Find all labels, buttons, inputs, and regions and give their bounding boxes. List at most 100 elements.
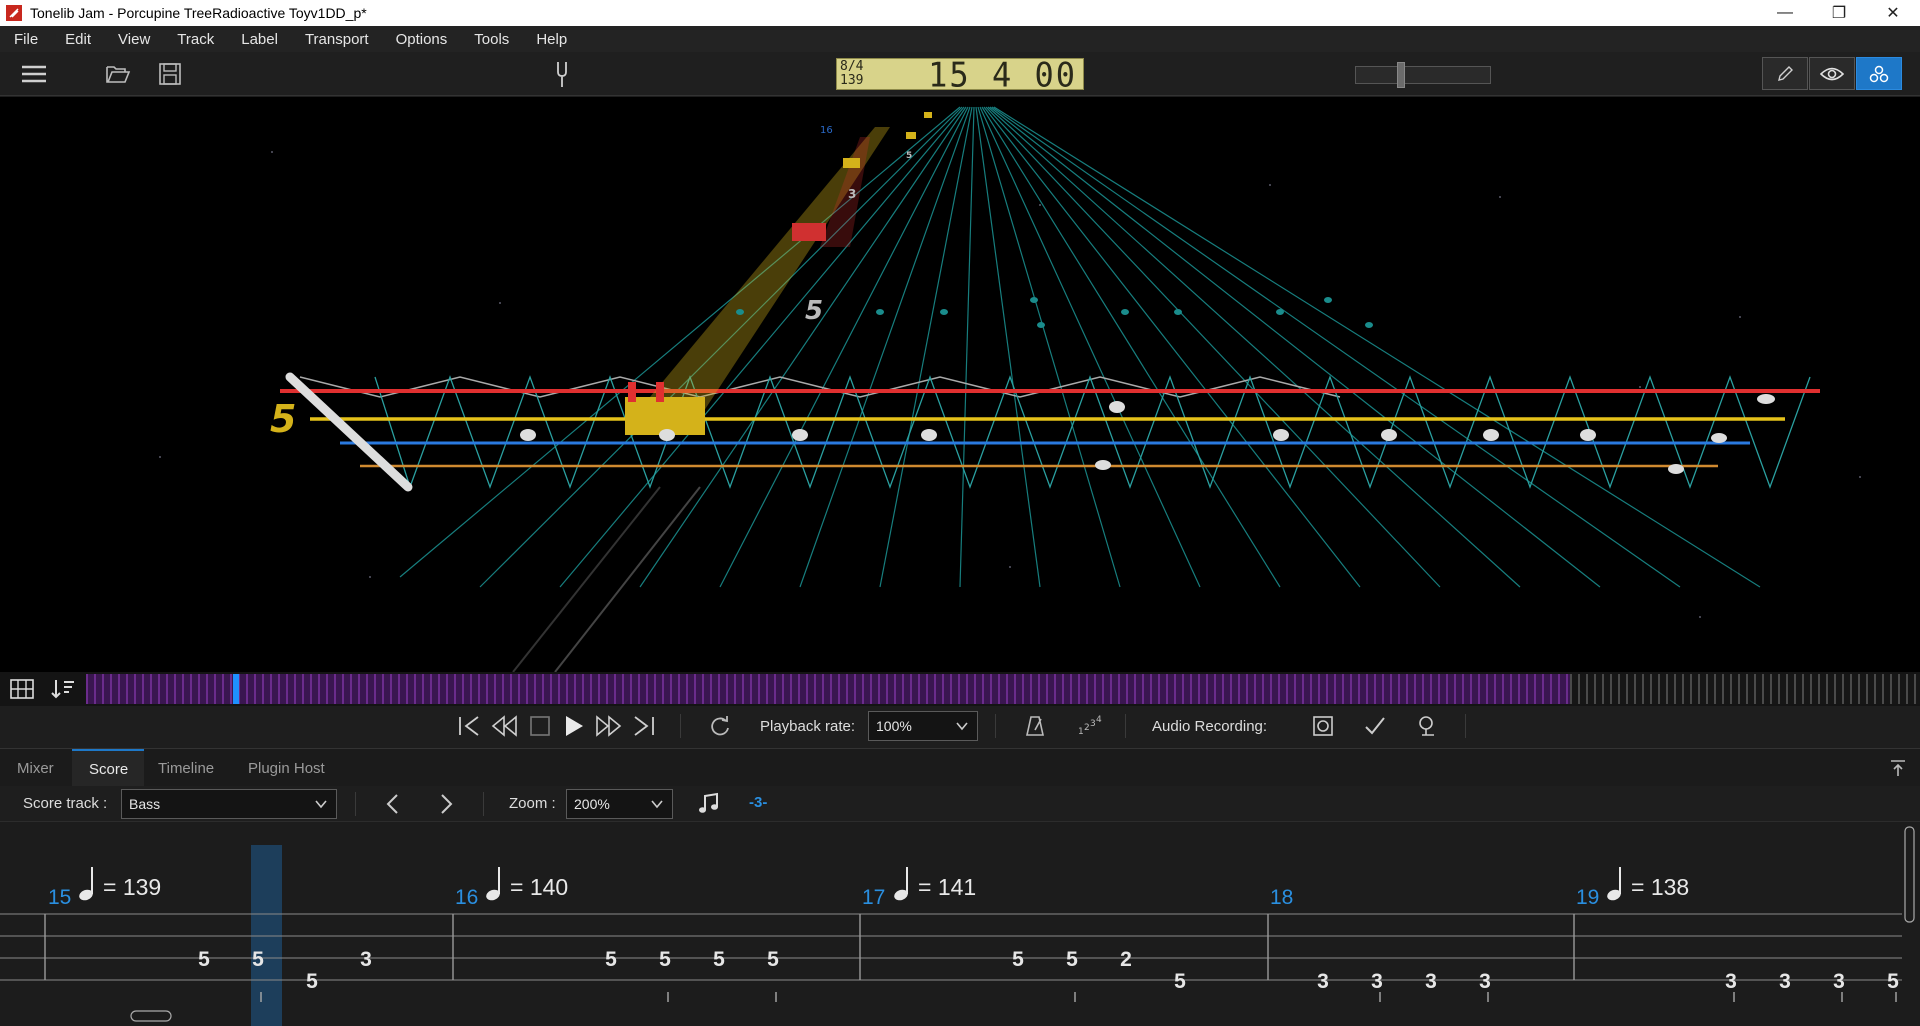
menu-track[interactable]: Track — [177, 31, 214, 48]
chevron-down-icon — [651, 800, 663, 809]
tab-plugin-host[interactable]: Plugin Host — [232, 749, 342, 787]
tab-mixer[interactable]: Mixer — [0, 749, 72, 787]
tab-note[interactable]: 5 — [252, 948, 264, 971]
tab-score[interactable]: Score — [72, 749, 144, 787]
tab-note[interactable]: 3 — [360, 948, 372, 971]
volume-slider-thumb[interactable] — [1397, 62, 1406, 88]
song-overview-strip[interactable] — [0, 672, 1920, 706]
fast-forward-icon[interactable] — [595, 714, 623, 738]
tuning-fork-icon[interactable] — [550, 60, 574, 88]
pencil-icon[interactable] — [1762, 57, 1808, 90]
measure-number: 16 — [455, 886, 478, 909]
tempo-marking: = 140 — [510, 874, 568, 900]
loop-icon[interactable] — [707, 714, 733, 738]
check-icon[interactable] — [1362, 714, 1388, 738]
eye-icon[interactable] — [1809, 57, 1855, 90]
skip-start-icon[interactable] — [455, 714, 483, 738]
score-toolbar: Score track : Bass Zoom : 200% -3- — [0, 786, 1920, 822]
play-icon[interactable] — [560, 714, 588, 738]
horizontal-scrollbar-thumb[interactable] — [130, 1010, 172, 1022]
fretboard-3d-view[interactable]: 5 5 3 5 16 — [0, 97, 1920, 672]
measure-number: 18 — [1270, 886, 1293, 909]
separator — [1465, 714, 1466, 738]
tuplet-button[interactable]: -3- — [749, 794, 767, 811]
score-track-select[interactable]: Bass — [121, 789, 337, 819]
tempo-marking: = 141 — [918, 874, 976, 900]
tab-note[interactable]: 5 — [1174, 970, 1186, 993]
time-signature: 8/4 139 — [840, 59, 864, 88]
separator — [680, 714, 681, 738]
previous-icon[interactable] — [383, 792, 403, 820]
fretboard-3d-canvas: 5 5 3 5 16 — [159, 106, 1861, 672]
network-icon[interactable] — [1856, 57, 1902, 90]
count-in-icon[interactable]: 1234 — [1075, 714, 1103, 738]
tab-note[interactable]: 2 — [1120, 948, 1132, 971]
menu-edit[interactable]: Edit — [65, 31, 91, 48]
tab-note[interactable]: 5 — [605, 948, 617, 971]
tab-note[interactable]: 5 — [198, 948, 210, 971]
playback-rate-value: 100% — [876, 718, 912, 734]
menu-file[interactable]: File — [14, 31, 38, 48]
quarter-note-icon — [1607, 867, 1621, 901]
tab-note[interactable]: 5 — [767, 948, 779, 971]
tab-note[interactable]: 3 — [1479, 970, 1491, 993]
menu-view[interactable]: View — [118, 31, 150, 48]
collapse-icon[interactable] — [1888, 758, 1908, 783]
tab-note[interactable]: 3 — [1725, 970, 1737, 993]
playback-cursor[interactable] — [233, 674, 239, 704]
tab-note[interactable]: 5 — [1066, 948, 1078, 971]
tempo-marking: = 138 — [1631, 874, 1689, 900]
fret-label-mid: 5 — [805, 296, 823, 326]
save-icon[interactable] — [155, 60, 185, 88]
zoom-select[interactable]: 200% — [566, 789, 673, 819]
tab-note[interactable]: 3 — [1833, 970, 1845, 993]
menu-icon[interactable] — [18, 60, 50, 88]
tab-note[interactable]: 5 — [659, 948, 671, 971]
tab-note[interactable]: 5 — [306, 970, 318, 993]
tonelib-jam-window: Tonelib Jam - Porcupine TreeRadioactive … — [0, 0, 1920, 1026]
score-track-value: Bass — [129, 796, 161, 812]
tempo-marking: = 139 — [103, 874, 161, 900]
record-settings-icon[interactable] — [1414, 714, 1440, 738]
sort-icon[interactable] — [50, 678, 76, 705]
separator — [483, 792, 484, 816]
quarter-note-icon — [486, 867, 500, 901]
folder-open-icon[interactable] — [103, 60, 133, 88]
rewind-icon[interactable] — [490, 714, 518, 738]
restore-button[interactable]: ❐ — [1812, 0, 1866, 26]
audio-recording-label: Audio Recording: — [1152, 717, 1268, 735]
title-bar: Tonelib Jam - Porcupine TreeRadioactive … — [0, 0, 1920, 26]
stop-icon[interactable] — [527, 714, 553, 738]
tab-note[interactable]: 3 — [1317, 970, 1329, 993]
menu-label[interactable]: Label — [241, 31, 278, 48]
menu-options[interactable]: Options — [396, 31, 448, 48]
vertical-scrollbar-thumb[interactable] — [1904, 826, 1915, 923]
menu-tools[interactable]: Tools — [474, 31, 509, 48]
grid-icon[interactable] — [10, 678, 34, 705]
menu-transport[interactable]: Transport — [305, 31, 369, 48]
menu-help[interactable]: Help — [536, 31, 567, 48]
close-button[interactable]: ✕ — [1866, 0, 1920, 26]
next-icon[interactable] — [436, 792, 456, 820]
record-icon[interactable] — [1310, 714, 1336, 738]
volume-slider-track[interactable] — [1355, 66, 1491, 84]
minimize-button[interactable]: — — [1758, 0, 1812, 26]
measure-number: 15 — [48, 886, 71, 909]
tab-note[interactable]: 5 — [1887, 970, 1899, 993]
fret-label-top: 16 — [820, 125, 833, 136]
fret-label-far2: 5 — [906, 151, 912, 161]
tab-timeline[interactable]: Timeline — [144, 749, 232, 787]
tablature-score[interactable]: 15 16 17 18 19 = 139 = 140 = 141 = 138 5… — [0, 822, 1920, 1026]
measure-bars-tail[interactable] — [1570, 674, 1920, 704]
tab-note[interactable]: 5 — [1012, 948, 1024, 971]
metronome-icon[interactable] — [1022, 714, 1048, 738]
tab-note[interactable]: 5 — [713, 948, 725, 971]
tab-note[interactable]: 3 — [1371, 970, 1383, 993]
note-icon[interactable] — [697, 792, 721, 820]
tab-note[interactable]: 3 — [1425, 970, 1437, 993]
zoom-label: Zoom : — [509, 795, 556, 812]
position-display[interactable]: 8/4 139 15 4 00 — [836, 58, 1084, 92]
skip-end-icon[interactable] — [630, 714, 658, 738]
tab-note[interactable]: 3 — [1779, 970, 1791, 993]
playback-rate-select[interactable]: 100% — [868, 711, 978, 741]
